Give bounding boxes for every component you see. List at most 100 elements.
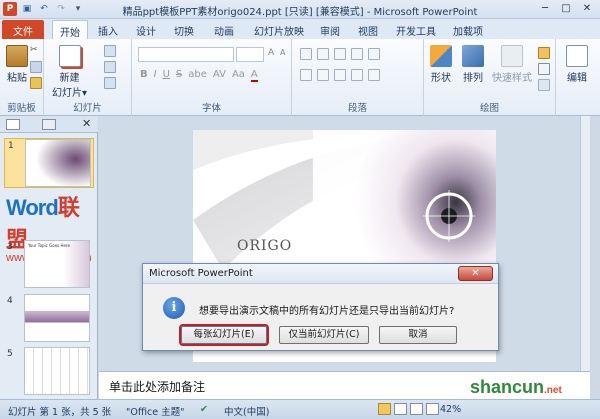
theme-name: "Office 主题" <box>126 407 185 418</box>
maximize-button[interactable]: □ <box>556 1 576 16</box>
bold-button[interactable]: B <box>140 69 148 82</box>
find-icon <box>566 45 588 67</box>
arrange-label: 排列 <box>463 73 483 84</box>
change-case-button[interactable]: Aa <box>232 69 245 82</box>
shape-fill-icon[interactable] <box>538 47 550 59</box>
shapes-label: 形状 <box>431 73 451 84</box>
justify-icon[interactable] <box>351 69 363 81</box>
ribbon-tabs: 文件 开始 插入 设计 切换 动画 幻灯片放映 审阅 视图 开发工具 加载项 <box>0 19 600 39</box>
tab-insert[interactable]: 插入 <box>92 20 124 39</box>
slide-counter: 幻灯片 第 1 张，共 5 张 <box>8 407 112 418</box>
slide-number: 1 <box>8 141 14 151</box>
strikethrough-button[interactable]: S <box>176 69 182 82</box>
paragraph-group-label: 段落 <box>347 103 367 114</box>
slide-number: 3 <box>7 242 13 252</box>
outline-tab-icon[interactable] <box>42 119 56 130</box>
tab-addins[interactable]: 加载项 <box>448 20 488 39</box>
columns-icon[interactable] <box>368 69 380 81</box>
underline-button[interactable]: U <box>163 69 170 82</box>
current-slide-button[interactable]: 仅当前幻灯片(C) <box>279 326 369 344</box>
dialog-close-button[interactable]: ✕ <box>458 266 493 281</box>
shancun-logo: shancun.net <box>470 377 562 397</box>
section-icon[interactable] <box>104 77 116 89</box>
copy-icon[interactable] <box>30 61 42 73</box>
cut-icon[interactable]: ✂ <box>30 45 42 57</box>
increase-indent-icon[interactable] <box>351 48 363 60</box>
clipboard-group: 粘贴 ✂ 剪贴板 <box>0 39 44 116</box>
paragraph-group: 段落 <box>292 39 424 116</box>
view-buttons <box>378 403 439 415</box>
quick-styles-label: 快速样式 <box>492 73 532 84</box>
minimize-button[interactable]: ─ <box>535 1 555 16</box>
grow-font-icon[interactable]: A <box>268 48 280 60</box>
decrease-indent-icon[interactable] <box>334 48 346 60</box>
slide-thumb-1[interactable]: 1 <box>4 138 94 188</box>
font-group: A A B I U S abe AV Aa A 字体 <box>132 39 292 116</box>
dialog-message: 想要导出演示文稿中的所有幻灯片还是只导出当前幻灯片? <box>199 306 455 317</box>
tab-view[interactable]: 视图 <box>352 20 384 39</box>
slideshow-view-icon[interactable] <box>426 403 439 415</box>
line-spacing-icon[interactable] <box>368 48 380 60</box>
sorter-view-icon[interactable] <box>394 403 407 415</box>
all-slides-button[interactable]: 每张幻灯片(E) <box>181 326 267 344</box>
bullets-icon[interactable] <box>300 48 312 60</box>
align-center-icon[interactable] <box>317 69 329 81</box>
shadow-button[interactable]: abe <box>188 69 207 82</box>
editing-button[interactable]: 编辑 <box>566 45 588 84</box>
shape-outline-icon[interactable] <box>538 63 550 75</box>
slide-number: 5 <box>7 349 13 359</box>
clipboard-icon <box>6 45 28 67</box>
cancel-button[interactable]: 取消 <box>379 326 457 344</box>
tab-review[interactable]: 审阅 <box>314 20 346 39</box>
format-painter-icon[interactable] <box>30 77 42 89</box>
italic-button[interactable]: I <box>154 69 157 82</box>
arrange-button[interactable]: 排列 <box>462 45 484 84</box>
font-name-select[interactable] <box>138 47 234 62</box>
font-color-button[interactable]: A <box>250 69 258 82</box>
numbering-icon[interactable] <box>317 48 329 60</box>
char-spacing-button[interactable]: AV <box>213 69 226 82</box>
spellcheck-icon[interactable]: ✔ <box>200 404 208 415</box>
quick-styles-button[interactable]: 快速样式 <box>492 45 532 84</box>
paste-button[interactable]: 粘贴 <box>6 45 28 84</box>
shapes-icon <box>430 45 452 67</box>
title-bar: P ▣ ↶ ↷ ▾ 精品ppt模板PPT素材origo024.ppt [只读] … <box>0 0 600 19</box>
tab-transitions[interactable]: 切换 <box>168 20 200 39</box>
tab-home[interactable]: 开始 <box>52 20 88 39</box>
dialog-title: Microsoft PowerPoint <box>143 264 498 284</box>
shapes-button[interactable]: 形状 <box>430 45 452 84</box>
slide-thumbnail <box>24 347 90 395</box>
close-pane-icon[interactable]: ✕ <box>82 117 91 130</box>
slides-tab-icon[interactable] <box>6 119 20 130</box>
thumb-3-text: Your Topic Goes Here <box>28 243 70 248</box>
ribbon: 粘贴 ✂ 剪贴板 新建 幻灯片▾ 幻灯片 A A B I U S abe AV … <box>0 39 600 116</box>
slides-group-label: 幻灯片 <box>73 103 102 114</box>
language[interactable]: 中文(中国) <box>224 404 269 418</box>
tab-animations[interactable]: 动画 <box>208 20 240 39</box>
tab-file[interactable]: 文件 <box>2 20 44 39</box>
normal-view-icon[interactable] <box>378 403 391 415</box>
tab-slideshow[interactable]: 幻灯片放映 <box>250 20 308 39</box>
reading-view-icon[interactable] <box>410 403 423 415</box>
quick-styles-icon <box>501 45 523 67</box>
vertical-scrollbar[interactable] <box>580 116 590 399</box>
reset-icon[interactable] <box>104 61 116 73</box>
shrink-font-icon[interactable]: A <box>280 48 292 60</box>
font-size-select[interactable] <box>236 47 264 62</box>
slide-thumb-4[interactable]: 4 <box>4 294 94 344</box>
slide-thumb-5[interactable]: 5 <box>4 347 94 397</box>
align-right-icon[interactable] <box>334 69 346 81</box>
info-icon: i <box>163 297 185 319</box>
tab-developer[interactable]: 开发工具 <box>392 20 440 39</box>
tab-design[interactable]: 设计 <box>130 20 162 39</box>
drawing-group: 形状 排列 快速样式 绘图 <box>424 39 556 116</box>
slide-thumb-3[interactable]: 3 Your Topic Goes Here <box>4 240 94 290</box>
new-slide-button[interactable]: 新建 幻灯片▾ <box>52 45 87 99</box>
layout-icon[interactable] <box>104 45 116 57</box>
align-left-icon[interactable] <box>300 69 312 81</box>
shape-effects-icon[interactable] <box>538 79 550 91</box>
zoom-level[interactable]: 42% <box>440 404 461 415</box>
slide-editor: ORIGO <box>99 116 590 399</box>
paste-label: 粘贴 <box>7 73 27 84</box>
close-button[interactable]: ✕ <box>577 1 597 16</box>
